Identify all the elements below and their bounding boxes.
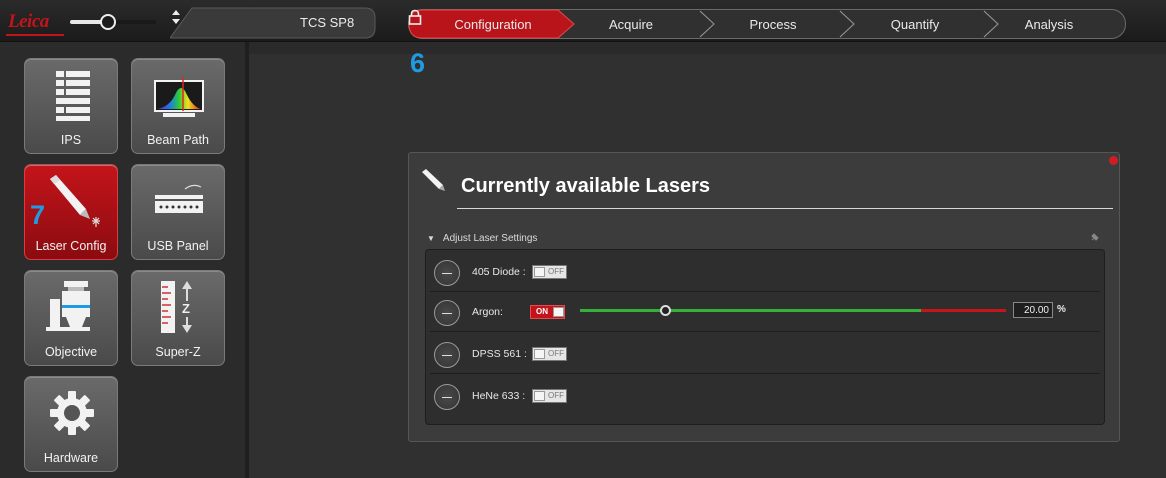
sidebar-tile-hardware[interactable]: Hardware xyxy=(24,376,118,472)
spectrum-icon xyxy=(154,77,204,117)
slider-green-range xyxy=(580,309,921,312)
argon-power-input[interactable]: 20.00 xyxy=(1013,302,1053,318)
sidebar-tile-label: Objective xyxy=(44,345,98,359)
info-icon[interactable] xyxy=(1109,156,1118,165)
tab-acquire[interactable]: Acquire xyxy=(576,17,686,32)
tab-analysis[interactable]: Analysis xyxy=(1006,17,1092,32)
collapse-triangle-icon: ▼ xyxy=(427,234,435,243)
up-down-arrows-icon xyxy=(172,10,180,24)
ips-list-icon xyxy=(56,71,90,121)
sidebar-tile-label: IPS xyxy=(60,133,82,147)
sidebar-tile-label: Laser Config xyxy=(35,239,107,253)
laser-list: 405 Diode : OFF Argon: ON 20.00 % DPSS 5… xyxy=(425,249,1105,425)
laser-name: HeNe 633 : xyxy=(472,390,526,402)
annotation-7: 7 xyxy=(30,200,46,230)
workflow-bar: Configuration Acquire Process Quantify A… xyxy=(408,9,1126,39)
pencil-icon xyxy=(422,169,445,191)
laser-name: 405 Diode : xyxy=(472,266,526,278)
toggle-knob xyxy=(534,349,545,359)
laser-detail-button[interactable] xyxy=(434,260,460,286)
system-name: TCS SP8 xyxy=(300,15,355,30)
laser-row-dpss561: DPSS 561 : OFF xyxy=(430,334,1100,374)
title-underline xyxy=(457,208,1113,209)
tab-configuration[interactable]: Configuration xyxy=(428,17,558,32)
sidebar-tile-label: Hardware xyxy=(43,451,99,465)
laser-row-405: 405 Diode : OFF xyxy=(430,252,1100,292)
gear-icon xyxy=(50,391,94,435)
slider-handle[interactable] xyxy=(660,305,671,316)
argon-power-slider[interactable] xyxy=(580,305,1006,316)
toggle-knob xyxy=(553,307,564,317)
sidebar-tile-usb-panel[interactable]: USB Panel xyxy=(131,164,225,260)
toggle-knob xyxy=(534,267,545,277)
laser-toggle-argon[interactable]: ON xyxy=(530,305,565,319)
laser-row-hene633: HeNe 633 : OFF xyxy=(430,376,1100,416)
lock-icon xyxy=(408,9,422,25)
power-unit: % xyxy=(1057,304,1066,315)
zoom-track-empty xyxy=(110,20,156,24)
top-bar: Leica TCS SP8 Configuration Acquire Proc… xyxy=(0,0,1166,42)
adjust-section-label: Adjust Laser Settings xyxy=(442,233,538,244)
sidebar-tile-beam-path[interactable]: Beam Path xyxy=(131,58,225,154)
sidebar-tile-label: USB Panel xyxy=(147,239,209,253)
system-selector[interactable]: TCS SP8 xyxy=(170,7,376,39)
tab-process[interactable]: Process xyxy=(714,17,832,32)
sidebar-tile-objective[interactable]: Objective xyxy=(24,270,118,366)
leica-logo: Leica xyxy=(6,9,64,37)
tab-quantify[interactable]: Quantify xyxy=(854,17,976,32)
panel-title: Currently available Lasers xyxy=(461,175,711,197)
toggle-state: ON xyxy=(536,307,548,316)
laser-toggle-hene633[interactable]: OFF xyxy=(532,389,567,403)
laser-detail-button[interactable] xyxy=(434,342,460,368)
sidebar-tile-label: Beam Path xyxy=(147,133,209,147)
toggle-knob xyxy=(534,391,545,401)
app-window: Leica TCS SP8 Configuration Acquire Proc… xyxy=(0,0,1166,478)
adjust-section-header[interactable]: ▼ Adjust Laser Settings xyxy=(427,233,537,244)
laser-pen-icon xyxy=(50,175,100,227)
sidebar-tile-super-z[interactable]: Z Super-Z xyxy=(131,270,225,366)
svg-text:Z: Z xyxy=(182,301,190,316)
laser-detail-button[interactable] xyxy=(434,384,460,410)
toggle-state: OFF xyxy=(548,267,564,276)
annotation-6: 6 xyxy=(410,48,426,78)
laser-toggle-405[interactable]: OFF xyxy=(532,265,567,279)
super-z-icon: Z xyxy=(161,281,192,333)
laser-row-argon: Argon: ON 20.00 % xyxy=(430,292,1100,332)
sidebar-tile-label: Super-Z xyxy=(155,345,201,359)
objective-icon xyxy=(46,281,90,331)
toggle-state: OFF xyxy=(548,349,564,358)
toggle-state: OFF xyxy=(548,391,564,400)
main-header-strip xyxy=(249,42,1166,54)
laser-toggle-dpss561[interactable]: OFF xyxy=(532,347,567,361)
zoom-slider-handle[interactable] xyxy=(100,14,116,30)
zoom-slider[interactable] xyxy=(70,14,156,30)
sidebar-tile-ips[interactable]: IPS xyxy=(24,58,118,154)
logo-rule xyxy=(6,34,64,36)
laser-detail-button[interactable] xyxy=(434,300,460,326)
laser-config-panel: Currently available Lasers ▼ Adjust Laser… xyxy=(408,152,1120,442)
pin-icon[interactable] xyxy=(1089,231,1101,243)
usb-panel-icon xyxy=(155,184,203,213)
logo-text: Leica xyxy=(8,11,49,32)
laser-name: Argon: xyxy=(472,306,503,318)
laser-name: DPSS 561 : xyxy=(472,348,527,360)
